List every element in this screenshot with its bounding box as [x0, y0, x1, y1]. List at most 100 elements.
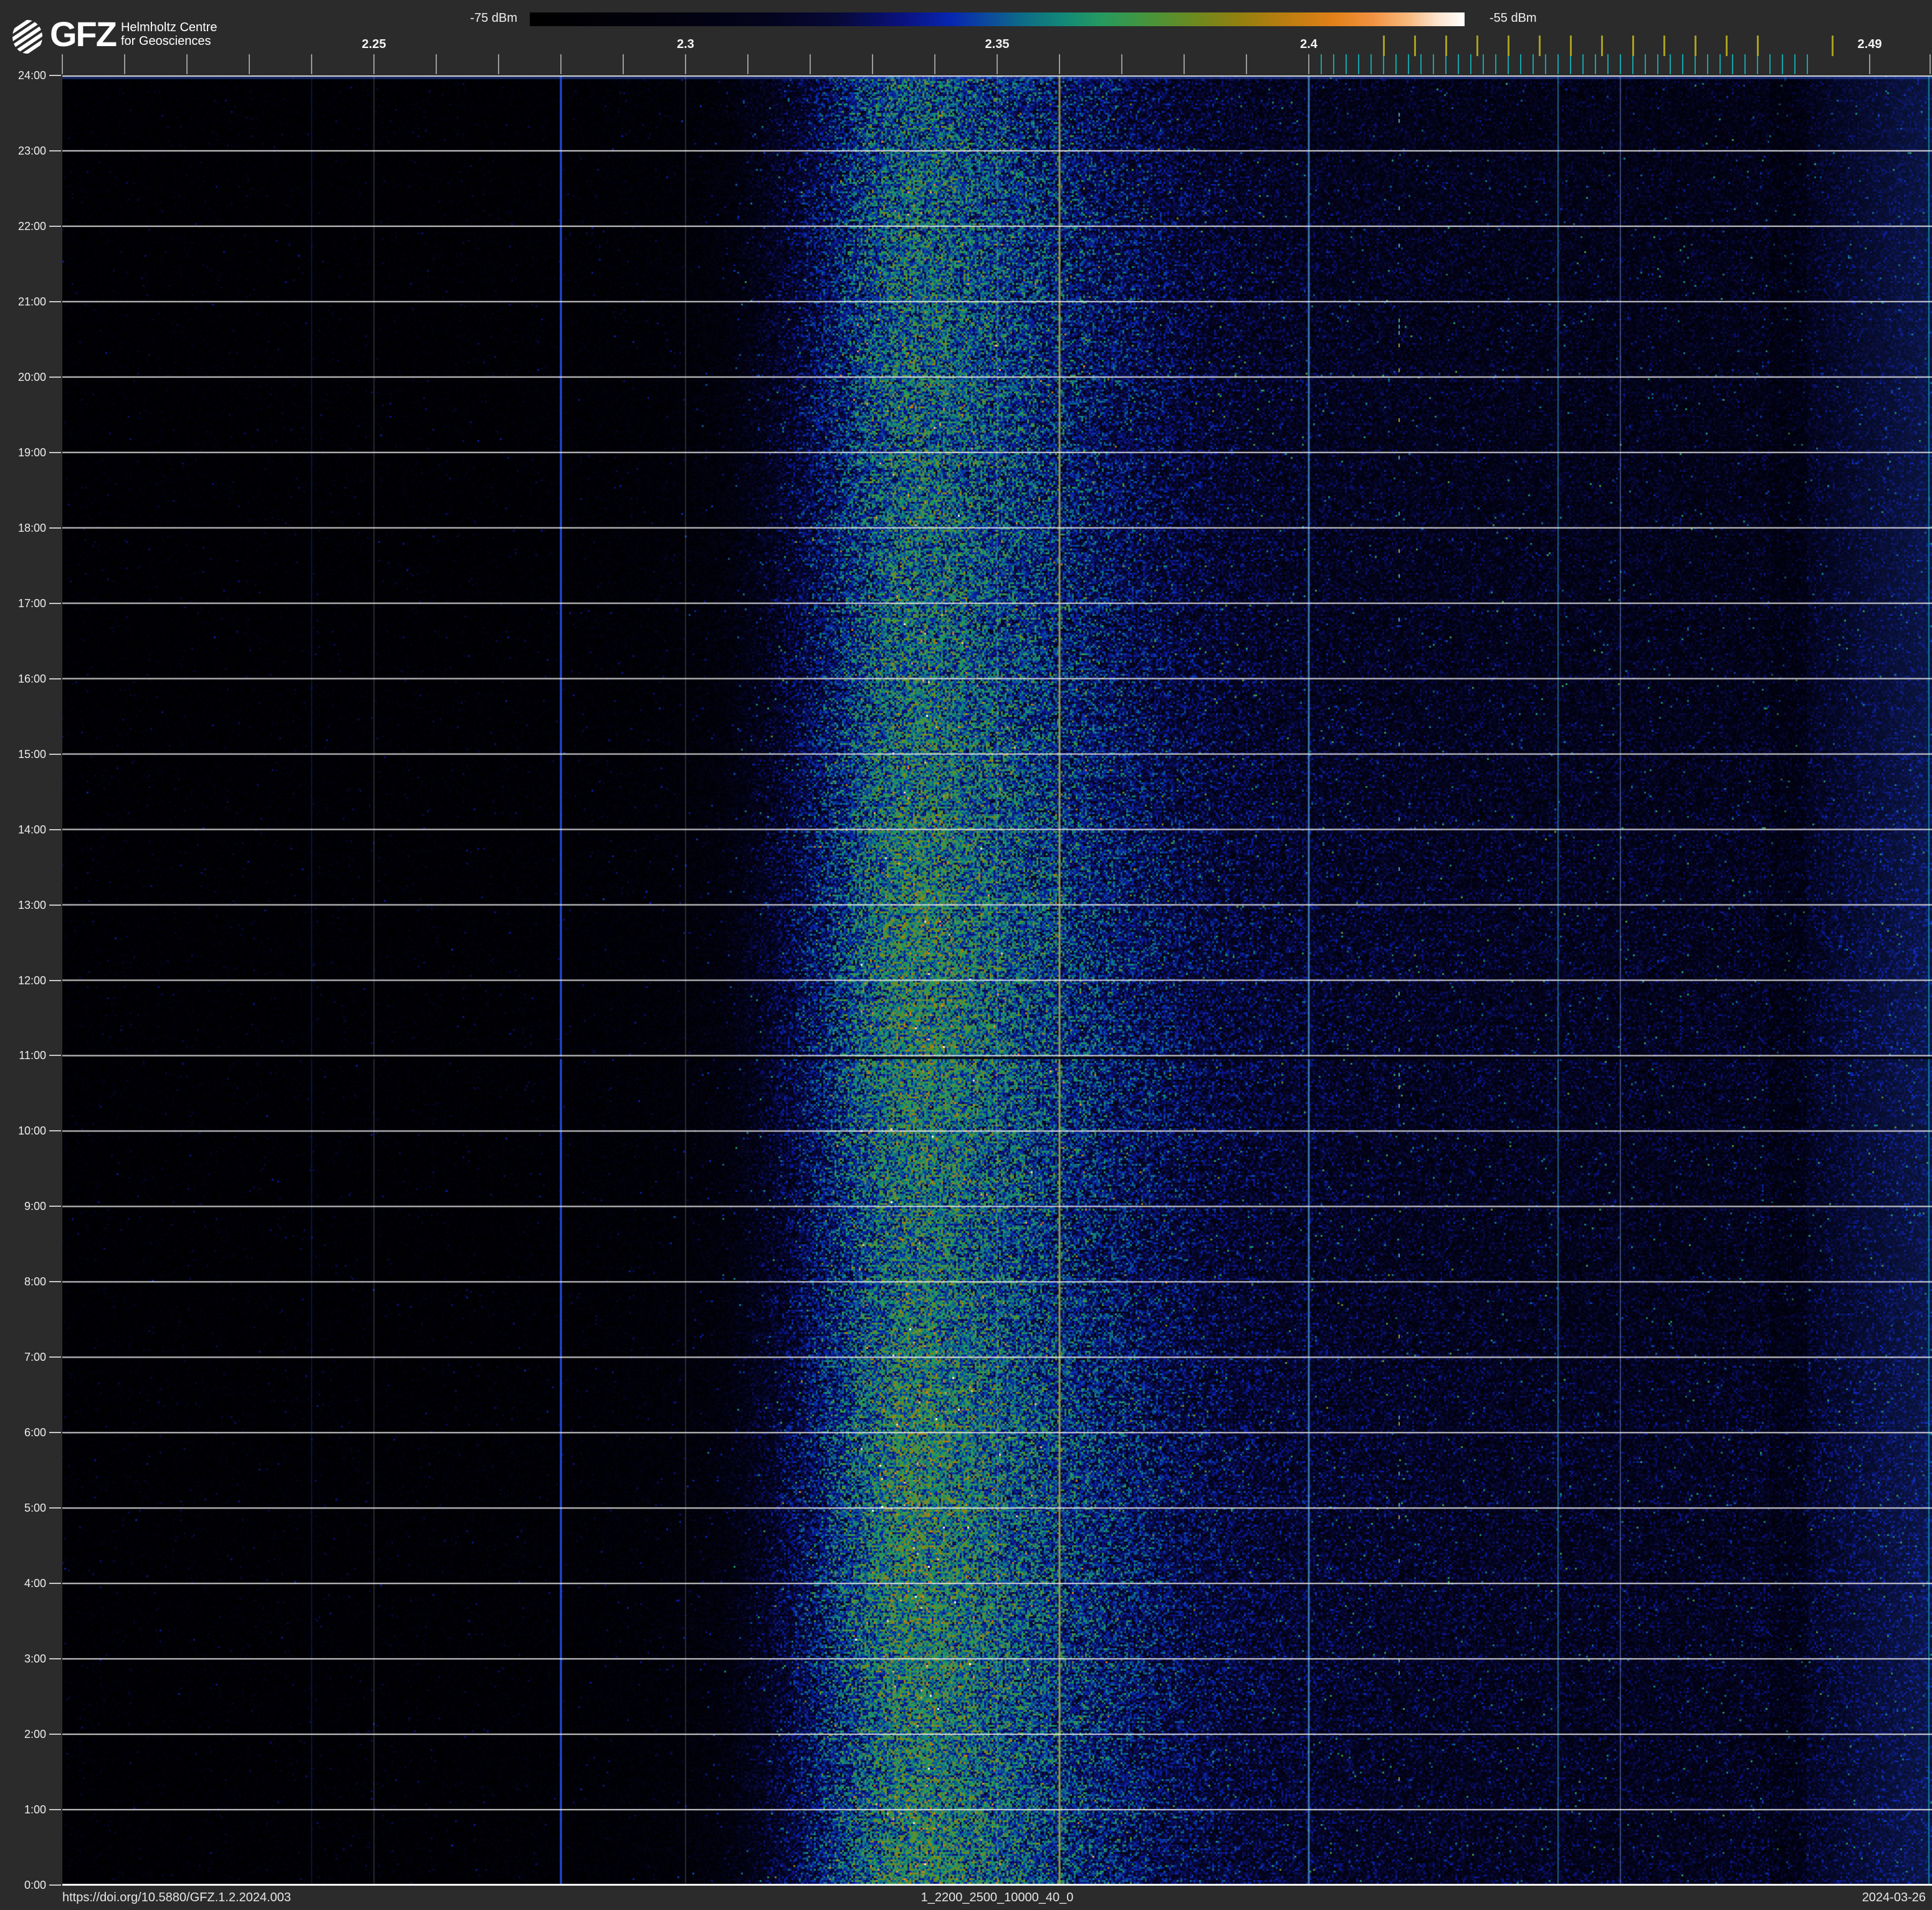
freq-tick — [747, 54, 748, 74]
freq-tick — [498, 54, 499, 74]
freq-tick — [560, 54, 562, 74]
ble-channel-tick — [1582, 54, 1584, 74]
time-axis-label: 2:00 — [24, 1728, 46, 1741]
time-axis-tick — [49, 1583, 61, 1585]
ble-channel-tick — [1695, 54, 1696, 74]
freq-tick — [1184, 54, 1185, 74]
freq-tick — [311, 54, 312, 74]
ble-channel-tick — [1732, 54, 1733, 74]
time-axis-label: 18:00 — [17, 521, 46, 534]
freq-tick — [997, 54, 998, 74]
ble-channel-tick — [1470, 54, 1471, 74]
ble-channel-tick — [1346, 54, 1347, 74]
date-label: 2024-03-26 — [1862, 1891, 1926, 1904]
time-axis-tick — [49, 602, 61, 604]
colorbar-gradient — [530, 12, 1465, 26]
time-axis-tick — [49, 150, 61, 151]
time-axis-tick — [49, 1507, 61, 1509]
freq-tick — [1930, 54, 1931, 74]
time-axis-label: 22:00 — [17, 219, 46, 233]
ble-channel-tick — [1632, 54, 1633, 74]
ble-channel-tick — [1682, 54, 1683, 74]
time-axis-tick — [49, 828, 61, 830]
bottom-axis-line — [62, 1884, 1932, 1886]
freq-tick — [623, 54, 624, 74]
wifi-channel-tick — [1695, 36, 1696, 56]
doi-link: https://doi.org/10.5880/GFZ.1.2.2024.003 — [62, 1891, 291, 1904]
time-axis-tick — [49, 376, 61, 378]
logo-subtitle-line2: for Geosciences — [120, 34, 211, 48]
time-axis-label: 3:00 — [24, 1653, 46, 1666]
freq-tick — [62, 54, 63, 74]
ble-channel-tick — [1433, 54, 1434, 74]
ble-channel-tick — [1370, 54, 1372, 74]
freq-tick — [1308, 54, 1309, 74]
ble-channel-tick — [1794, 54, 1796, 74]
ble-channel-tick — [1420, 54, 1422, 74]
time-axis-label: 7:00 — [24, 1351, 46, 1364]
time-axis-label: 14:00 — [17, 823, 46, 836]
ble-channel-tick — [1670, 54, 1671, 74]
ble-channel-tick — [1383, 54, 1384, 74]
wifi-channel-tick — [1508, 36, 1509, 56]
gfz-globe-icon — [12, 20, 42, 54]
time-axis-label: 20:00 — [17, 370, 46, 383]
wifi-channel-tick — [1632, 36, 1634, 56]
ble-channel-tick — [1458, 54, 1459, 74]
time-axis-tick — [49, 1356, 61, 1358]
wifi-channel-tick — [1445, 36, 1447, 56]
dataset-id: 1_2200_2500_10000_40_0 — [921, 1891, 1074, 1904]
freq-tick — [1121, 54, 1122, 74]
time-axis-tick — [49, 1281, 61, 1283]
time-axis-tick — [49, 225, 61, 227]
colorbar-max-label: -55 dBm — [1490, 11, 1537, 25]
time-axis-label: 21:00 — [17, 295, 46, 308]
ble-channel-tick — [1333, 54, 1334, 74]
freq-tick — [249, 54, 250, 74]
time-axis-label: 12:00 — [17, 974, 46, 987]
time-axis-tick — [49, 451, 61, 453]
ble-channel-tick — [1408, 54, 1409, 74]
spectrogram-page: GFZ Helmholtz Centre for Geosciences -75… — [0, 0, 1932, 1910]
logo-subtitle: Helmholtz Centre for Geosciences — [121, 21, 218, 48]
ble-channel-tick — [1570, 54, 1571, 74]
ble-channel-tick — [1744, 54, 1746, 74]
ble-channel-tick — [1769, 54, 1771, 74]
time-axis-tick — [49, 1884, 61, 1886]
freq-tick — [810, 54, 811, 74]
ble-channel-tick — [1595, 54, 1596, 74]
ble-channel-tick — [1508, 54, 1509, 74]
freq-tick — [685, 54, 686, 74]
wifi-channel-tick — [1383, 36, 1385, 56]
time-axis-label: 6:00 — [24, 1426, 46, 1439]
time-axis-tick — [49, 678, 61, 679]
ble-channel-tick — [1545, 54, 1546, 74]
wifi-channel-tick — [1476, 36, 1478, 56]
ble-channel-tick — [1557, 54, 1559, 74]
time-axis-tick — [49, 1432, 61, 1434]
wifi-channel-tick — [1570, 36, 1572, 56]
ble-channel-tick — [1395, 54, 1397, 74]
time-axis-label: 5:00 — [24, 1502, 46, 1515]
freq-tick — [1246, 54, 1247, 74]
ble-channel-tick — [1445, 54, 1447, 74]
wifi-channel-tick — [1663, 36, 1665, 56]
time-axis-tick — [49, 1809, 61, 1811]
time-axis-label: 0:00 — [24, 1879, 46, 1891]
ble-channel-tick — [1495, 54, 1496, 74]
ble-channel-tick — [1321, 54, 1322, 74]
time-axis-tick — [49, 1734, 61, 1735]
time-axis-tick — [49, 904, 61, 906]
logo-text: GFZ — [50, 14, 117, 54]
ble-channel-tick — [1358, 54, 1359, 74]
freq-axis-label: 2.4 — [1300, 37, 1317, 51]
time-axis-tick — [49, 1055, 61, 1057]
time-axis-label: 11:00 — [19, 1049, 46, 1062]
time-axis-label: 4:00 — [24, 1577, 46, 1590]
wifi-channel-tick — [1757, 36, 1759, 56]
ble-channel-tick — [1533, 54, 1534, 74]
time-axis-label: 17:00 — [17, 597, 46, 610]
time-axis-label: 13:00 — [17, 898, 46, 911]
colorbar-min-label: -75 dBm — [470, 11, 517, 25]
freq-axis-label: 2.3 — [677, 37, 694, 51]
